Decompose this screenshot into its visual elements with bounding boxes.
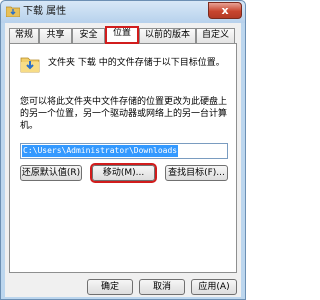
find-target-button[interactable]: 查找目标(F)... [165,165,228,181]
tab-sharing[interactable]: 共享 [39,28,72,43]
location-panel: 文件夹 下载 中的文件存储于以下目标位置。 您可以将此文件夹中文件存储的位置更改… [9,43,237,273]
apply-button[interactable]: 应用(A) [191,279,237,295]
folder-download-icon [6,6,20,17]
path-input[interactable]: C:\Users\Administrator\Downloads [20,143,228,159]
tab-security[interactable]: 安全 [72,28,105,43]
location-description: 您可以将此文件夹中文件存储的位置更改为此硬盘上的另一个位置，另一个驱动器或网络上… [20,97,228,131]
title-bar[interactable]: 下载 属性 x [1,1,245,23]
restore-default-button[interactable]: 还原默认值(R) [20,165,82,181]
cancel-button[interactable]: 取消 [139,279,185,295]
folder-download-icon [20,57,40,73]
tab-location[interactable]: 位置 [105,26,139,44]
dialog-client-area: 常规 共享 安全 位置 以前的版本 自定义 文件夹 下载 中的文件存储于以下目标… [5,23,241,297]
path-value: C:\Users\Administrator\Downloads [22,145,179,157]
tab-customize[interactable]: 自定义 [196,28,235,43]
location-info-text: 文件夹 下载 中的文件存储于以下目标位置。 [48,58,225,68]
move-button[interactable]: 移动(M)... [90,163,157,183]
properties-window: 下载 属性 x 常规 共享 安全 位置 以前的版本 自定义 文件夹 下载 中的文… [0,0,246,300]
close-icon: x [221,4,229,17]
tab-general[interactable]: 常规 [9,28,39,43]
window-title: 下载 属性 [23,6,67,17]
tab-strip: 常规 共享 安全 位置 以前的版本 自定义 [9,26,239,44]
close-button[interactable]: x [208,2,242,19]
ok-button[interactable]: 确定 [87,279,133,295]
tab-previous-versions[interactable]: 以前的版本 [139,28,196,43]
